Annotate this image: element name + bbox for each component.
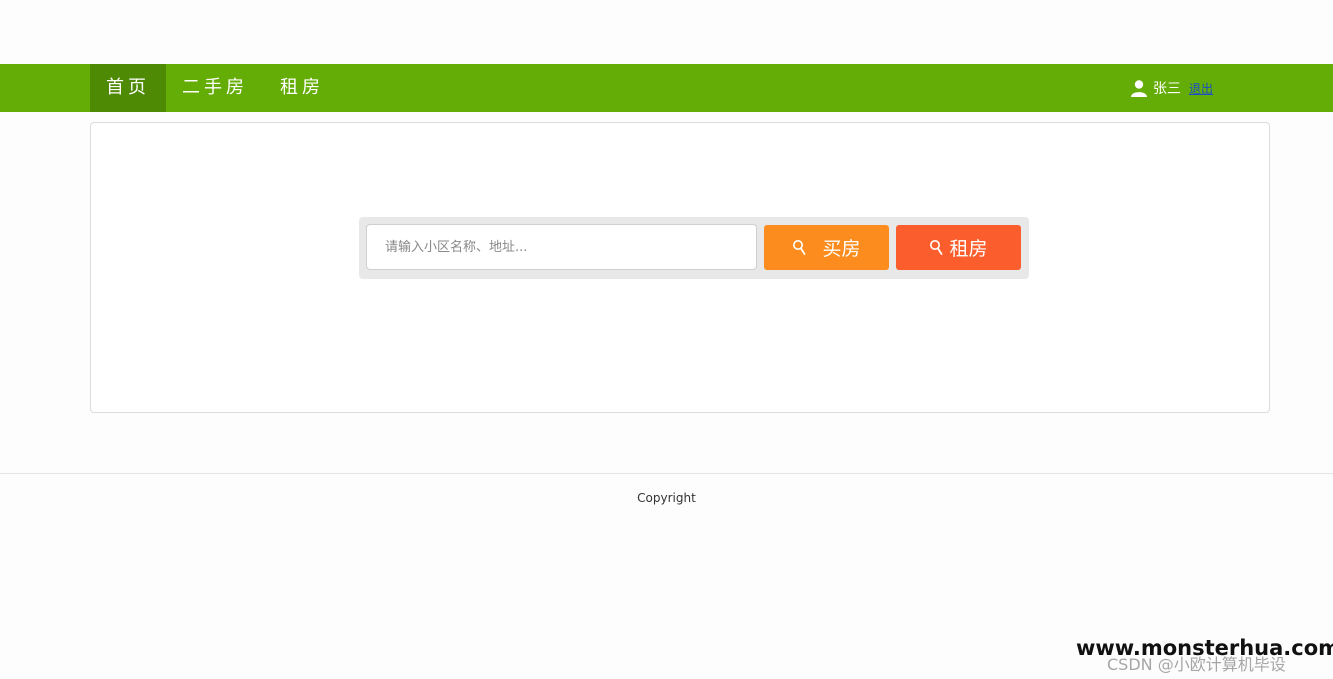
user-name: 张三 [1153,81,1181,97]
search-card: 买房 租房 [90,122,1270,413]
search-icon [792,239,808,257]
nav-item-rent[interactable]: 租房 [264,64,340,112]
user-icon [1130,79,1148,97]
page: 首页 二手房 租房 张三 退出 请输入小区名称、地址... 买房 租房 Copy… [0,0,1333,679]
watermark-csdn: CSDN @小欧计算机毕设 [1107,655,1286,674]
logout-link[interactable]: 退出 [1189,80,1213,97]
rent-house-button[interactable]: 租房 [896,225,1021,270]
user-area: 张三 退出 [1130,64,1213,112]
copyright-text: Copyright [637,491,696,505]
search-icon [929,239,945,257]
footer-divider [0,473,1333,474]
search-input[interactable] [366,224,757,270]
rent-house-label: 租房 [949,238,988,260]
search-box: 买房 租房 [359,217,1029,279]
buy-house-button[interactable]: 买房 [764,225,889,270]
nav-item-second-hand[interactable]: 二手房 [166,64,264,112]
buy-house-label: 买房 [822,238,861,260]
nav-menu: 首页 二手房 租房 [90,64,340,112]
top-navbar: 首页 二手房 租房 张三 退出 [0,64,1333,112]
nav-item-home[interactable]: 首页 [90,64,166,112]
